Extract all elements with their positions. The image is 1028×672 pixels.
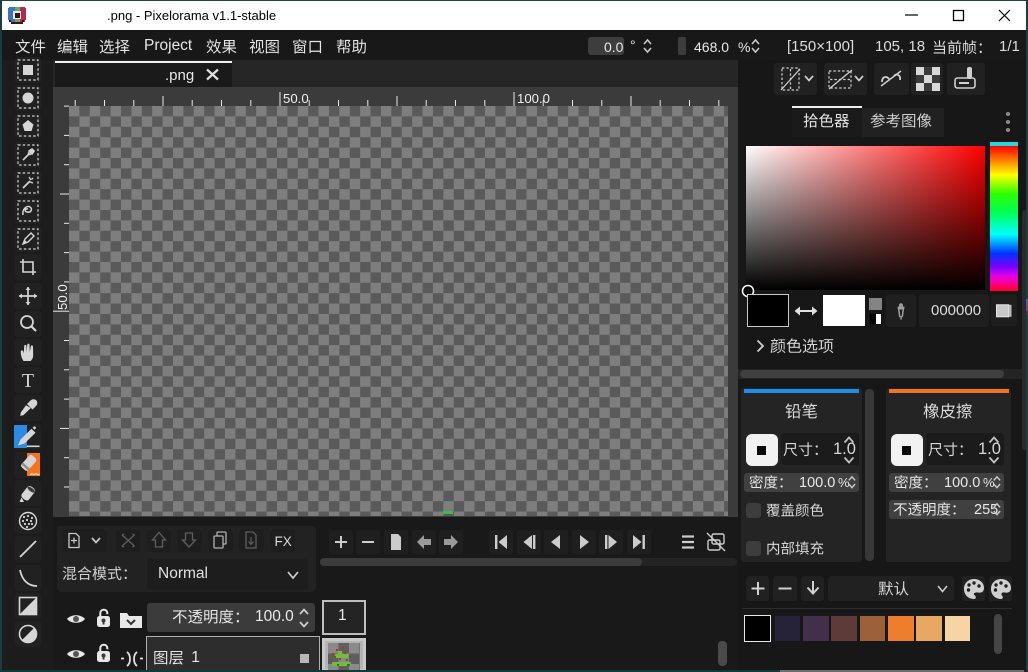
svg-text:T: T xyxy=(21,370,33,392)
